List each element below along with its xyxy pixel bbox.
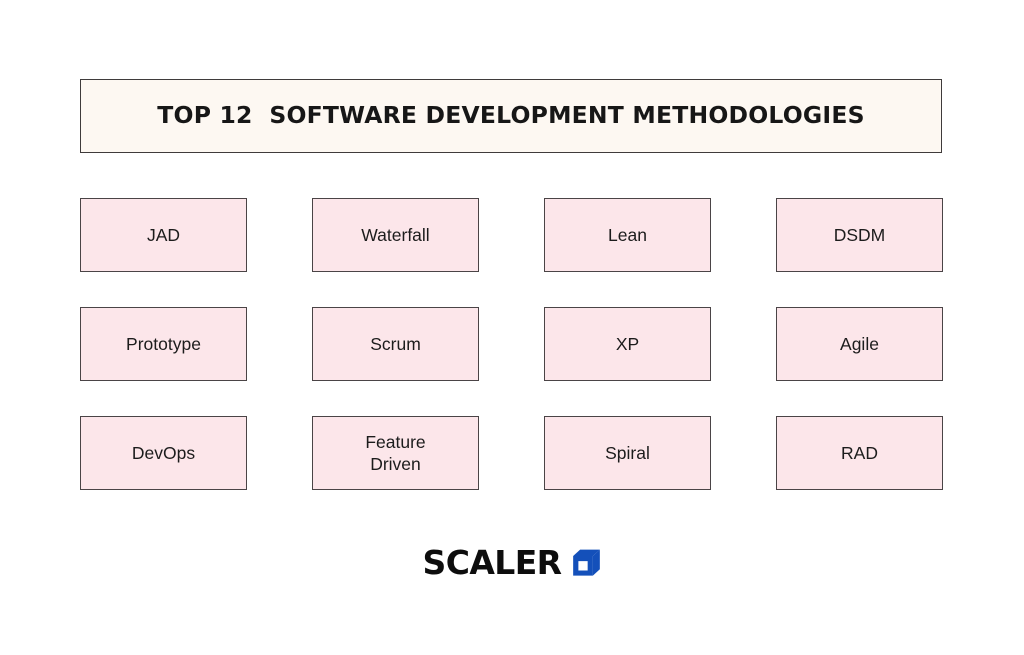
- method-label: DSDM: [833, 224, 886, 245]
- methodology-grid: JAD Waterfall Lean DSDM Prototype Scrum …: [80, 198, 943, 490]
- method-label: Spiral: [605, 442, 650, 463]
- method-box-waterfall[interactable]: Waterfall: [312, 198, 479, 272]
- page-title: TOP 12 SOFTWARE DEVELOPMENT METHODOLOGIE…: [157, 101, 865, 130]
- scaler-cube-icon: [573, 549, 601, 576]
- method-box-jad[interactable]: JAD: [80, 198, 247, 272]
- method-label: Prototype: [126, 333, 201, 354]
- method-box-agile[interactable]: Agile: [776, 307, 943, 381]
- method-box-xp[interactable]: XP: [544, 307, 711, 381]
- brand-wordmark: SCALER: [422, 542, 563, 582]
- method-label: DevOps: [131, 442, 196, 463]
- method-label: Feature Driven: [365, 431, 426, 474]
- method-label: Scrum: [370, 333, 421, 354]
- method-box-scrum[interactable]: Scrum: [312, 307, 479, 381]
- method-label: JAD: [146, 224, 181, 245]
- method-box-devops[interactable]: DevOps: [80, 416, 247, 490]
- method-box-spiral[interactable]: Spiral: [544, 416, 711, 490]
- method-box-prototype[interactable]: Prototype: [80, 307, 247, 381]
- method-label: Waterfall: [361, 224, 430, 245]
- method-label: XP: [615, 333, 640, 354]
- title-banner: TOP 12 SOFTWARE DEVELOPMENT METHODOLOGIE…: [80, 79, 942, 153]
- method-box-rad[interactable]: RAD: [776, 416, 943, 490]
- infographic-canvas: TOP 12 SOFTWARE DEVELOPMENT METHODOLOGIE…: [0, 0, 1024, 655]
- brand-lockup: SCALER: [0, 538, 1024, 586]
- method-label: RAD: [841, 442, 878, 463]
- method-label: Lean: [608, 224, 647, 245]
- method-label: Agile: [840, 333, 879, 354]
- method-box-dsdm[interactable]: DSDM: [776, 198, 943, 272]
- method-box-feature-driven[interactable]: Feature Driven: [312, 416, 479, 490]
- method-box-lean[interactable]: Lean: [544, 198, 711, 272]
